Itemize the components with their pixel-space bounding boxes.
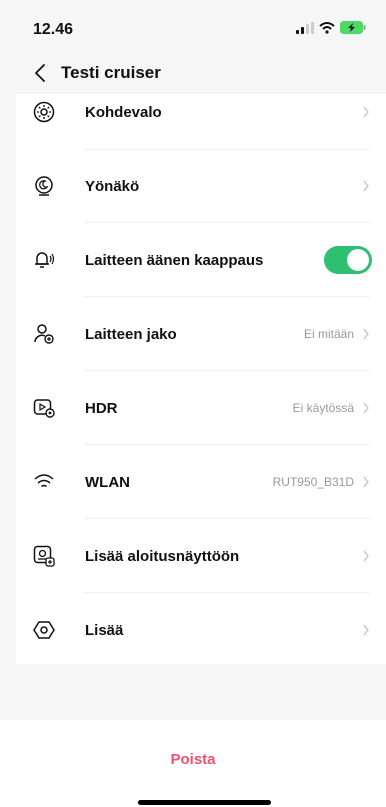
status-bar: 12.46 [0,0,386,54]
settings-row-kohdevalo[interactable]: Kohdevalo [16,75,386,149]
chevron-right-icon [363,624,369,636]
battery-charging-icon [340,21,366,34]
settings-row-label: WLAN [85,473,130,491]
chevron-right-icon [363,106,369,118]
settings-row-sound-capture: Laitteen äänen kaappaus [16,223,386,297]
settings-row-label: HDR [85,399,118,417]
settings-row-label: Laitteen jako [85,325,177,343]
spotlight-icon [33,101,55,123]
bottom-action-area: Poista [0,720,386,807]
settings-row-label: Laitteen äänen kaappaus [85,251,264,269]
settings-row-value: Ei mitään [303,327,354,341]
settings-row-hdr[interactable]: HDR Ei käytössä [16,371,386,445]
status-icons [296,21,366,34]
settings-row-value: RUT950_B31D [272,475,354,489]
settings-row-label: Lisää aloitusnäyttöön [85,547,240,565]
share-user-icon [33,323,55,345]
settings-row-label: Kohdevalo [85,103,162,121]
wifi-icon [33,471,55,493]
home-indicator [138,800,271,805]
settings-row-label: Yönäkö [85,177,140,195]
settings-row-more[interactable]: Lisää [16,593,386,667]
hexagon-more-icon [33,619,55,641]
settings-list: Kohdevalo Yönäkö Laitteen äänen kaappaus… [16,94,386,664]
settings-row-wlan[interactable]: WLAN RUT950_B31D [16,445,386,519]
status-time: 12.46 [33,21,74,38]
sound-capture-toggle[interactable] [324,246,372,274]
chevron-right-icon [363,328,369,340]
hdr-icon [33,397,55,419]
bell-sound-icon [33,249,55,271]
settings-row-value: Ei käytössä [292,401,354,415]
signal-icon [296,21,314,34]
chevron-right-icon [363,180,369,192]
add-home-icon [33,545,55,567]
chevron-right-icon [363,550,369,562]
night-vision-icon [33,175,55,197]
settings-row-sharing[interactable]: Laitteen jako Ei mitään [16,297,386,371]
chevron-right-icon [363,476,369,488]
settings-row-label: Lisää [85,621,124,639]
settings-row-yonako[interactable]: Yönäkö [16,149,386,223]
settings-row-add-home[interactable]: Lisää aloitusnäyttöön [16,519,386,593]
toggle-knob [347,249,369,271]
delete-button[interactable]: Poista [0,751,386,768]
wifi-status-icon [319,21,335,34]
chevron-right-icon [363,402,369,414]
